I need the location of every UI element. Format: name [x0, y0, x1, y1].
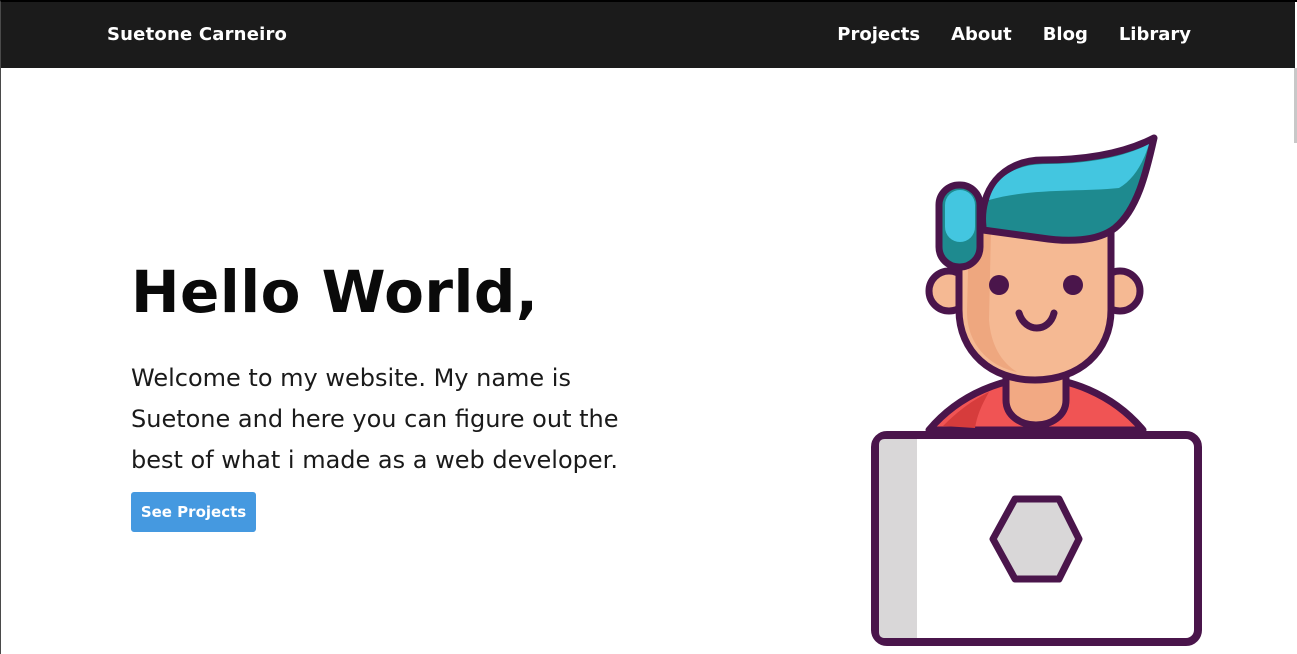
nav-link-projects[interactable]: Projects	[837, 24, 920, 45]
left-eye	[989, 275, 1009, 295]
browser-viewport: Suetone Carneiro Projects About Blog Lib…	[0, 0, 1297, 654]
nav-link-library[interactable]: Library	[1119, 24, 1191, 45]
sideburn-highlight	[945, 190, 975, 242]
right-eye	[1063, 275, 1083, 295]
nav-link-blog[interactable]: Blog	[1043, 24, 1088, 45]
laptop-side-panel	[879, 439, 917, 638]
hero-title: Hello World,	[131, 258, 539, 326]
top-navbar: Suetone Carneiro Projects About Blog Lib…	[1, 2, 1295, 68]
see-projects-button[interactable]: See Projects	[131, 492, 256, 532]
developer-with-laptop-illustration	[871, 134, 1202, 646]
site-brand-link[interactable]: Suetone Carneiro	[107, 24, 287, 45]
nav-link-about[interactable]: About	[951, 24, 1012, 45]
laptop-logo-hexagon	[989, 495, 1083, 583]
hero-description: Welcome to my website. My name is Sueton…	[131, 364, 619, 474]
nav-links: Projects About Blog Library	[837, 24, 1191, 45]
